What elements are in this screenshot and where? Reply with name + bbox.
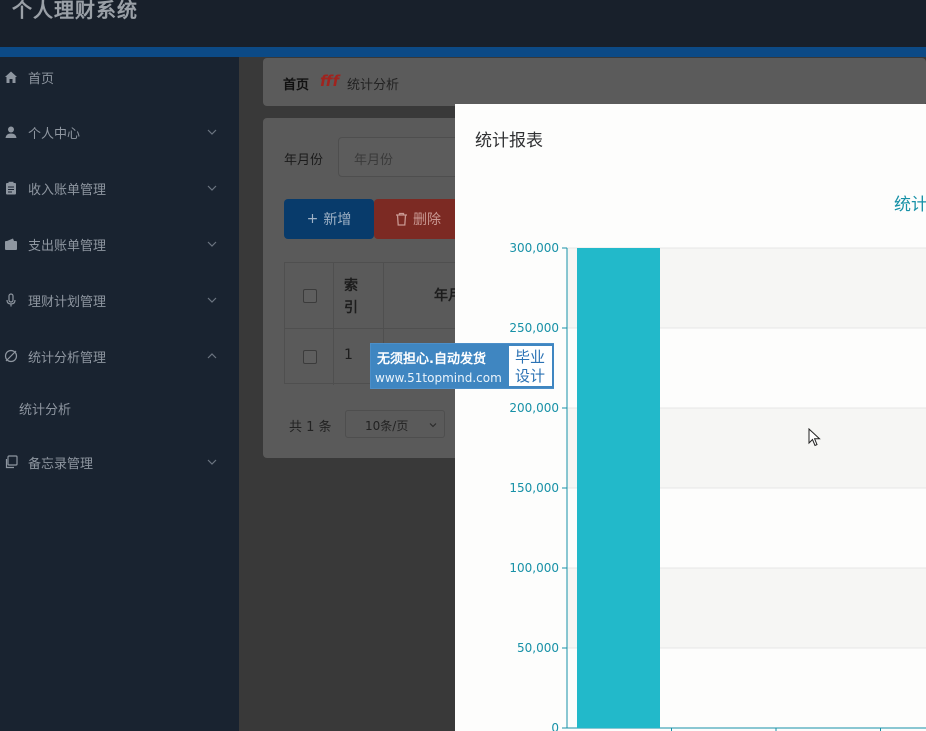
- sidebar-item-label: 首页: [28, 71, 55, 87]
- sidebar-item-label: 个人中心: [28, 126, 81, 142]
- chevron-down-icon: [207, 297, 217, 303]
- chevron-down-icon: [207, 241, 217, 247]
- trash-icon: [396, 212, 407, 226]
- filter-label: 年月份: [284, 153, 324, 168]
- y-axis-tick-label: 250,000: [509, 321, 559, 335]
- select-all-checkbox[interactable]: [303, 289, 317, 303]
- y-axis-tick-label: 200,000: [509, 401, 559, 415]
- chevron-down-icon: [429, 423, 437, 428]
- add-button[interactable]: + 新增: [284, 199, 374, 239]
- pager-total: 共 1 条: [289, 420, 332, 435]
- chevron-up-icon: [207, 353, 217, 359]
- plus-icon: +: [306, 211, 319, 227]
- sidebar-item-expense[interactable]: 支出账单管理: [0, 224, 239, 264]
- sidebar-item-statistics[interactable]: 统计分析管理: [0, 336, 239, 376]
- bar-chart: 0 50,000 100,000 150,000 200,000 250,000 300,0…: [509, 241, 926, 731]
- breadcrumb-current: 统计分析: [347, 78, 400, 93]
- copy-icon: [5, 455, 18, 469]
- watermark-line2: www.51topmind.com: [375, 371, 502, 385]
- microphone-icon: [6, 293, 16, 307]
- sidebar-item-label: 支出账单管理: [28, 238, 107, 254]
- app-title: 个人理财系统: [12, 0, 138, 22]
- add-button-label: 新增: [323, 212, 352, 228]
- user-icon: [5, 126, 17, 138]
- y-axis-tick-label: 300,000: [509, 241, 559, 255]
- sidebar-subitem-statistics-analysis[interactable]: 统计分析: [0, 390, 239, 426]
- breadcrumb-home[interactable]: 首页: [283, 74, 309, 93]
- mouse-cursor-icon: [808, 428, 821, 447]
- sidebar-item-income[interactable]: 收入账单管理: [0, 168, 239, 208]
- column-header-index: 索 引: [334, 263, 384, 328]
- watermark-line1: 无须担心.自动发货: [377, 352, 486, 367]
- sidebar: 首页 个人中心 收入账单管理 支出账单管理 理财计划管理 统计分析管理 统计分析…: [0, 57, 239, 731]
- bar: [577, 248, 660, 728]
- sidebar-item-label: 备忘录管理: [28, 456, 94, 472]
- sidebar-item-label: 理财计划管理: [28, 294, 107, 310]
- y-axis-tick-label: 150,000: [509, 481, 559, 495]
- breadcrumb: 首页 fff 统计分析: [263, 58, 926, 106]
- chevron-down-icon: [207, 185, 217, 191]
- accent-line: [0, 47, 926, 57]
- home-icon: [5, 71, 17, 83]
- top-bar: 个人理财系统: [0, 0, 926, 48]
- sidebar-item-personal-center[interactable]: 个人中心: [0, 112, 239, 152]
- sidebar-item-memo[interactable]: 备忘录管理: [0, 442, 239, 482]
- sidebar-item-finance-plan[interactable]: 理财计划管理: [0, 280, 239, 320]
- sidebar-item-label: 统计分析管理: [28, 350, 107, 366]
- breadcrumb-separator: fff: [320, 72, 340, 90]
- sidebar-subitem-label: 统计分析: [19, 402, 72, 418]
- chevron-down-icon: [207, 129, 217, 135]
- pie-slash-icon: [4, 349, 18, 363]
- y-axis-tick-label: 100,000: [509, 561, 559, 575]
- watermark-badge: 毕业设计: [507, 344, 554, 388]
- statistics-report-dialog: 统计报表 统计 0 50,000 100,000 150,000 200,000 250,…: [455, 104, 926, 731]
- wallet-icon: [5, 238, 17, 250]
- row-checkbox[interactable]: [303, 350, 317, 364]
- clipboard-icon: [6, 181, 16, 195]
- sidebar-item-home[interactable]: 首页: [0, 57, 239, 97]
- y-axis-tick-label: 0: [551, 721, 559, 731]
- page-size-select[interactable]: 10条/页: [345, 410, 445, 438]
- sidebar-item-label: 收入账单管理: [28, 182, 107, 198]
- y-axis-tick-label: 50,000: [517, 641, 559, 655]
- chevron-down-icon: [207, 459, 217, 465]
- watermark: 无须担心.自动发货 www.51topmind.com 毕业设计: [370, 343, 554, 389]
- delete-button[interactable]: 删除: [374, 199, 462, 239]
- delete-button-label: 删除: [413, 212, 441, 228]
